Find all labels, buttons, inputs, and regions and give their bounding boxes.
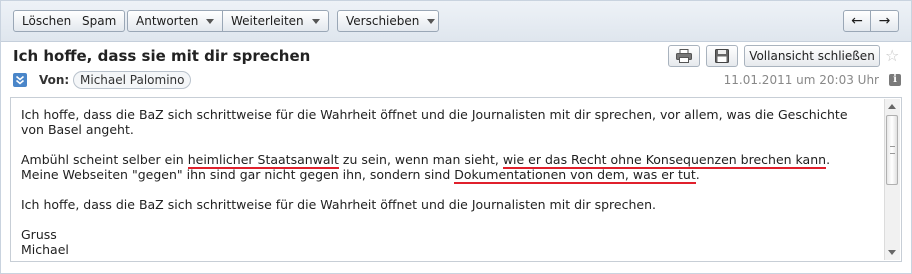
printer-icon (676, 49, 692, 63)
message-view: Löschen Spam Antworten Weiterleiten Vers… (0, 0, 912, 274)
body-text-span: zu sein, wenn man sieht, (338, 152, 503, 167)
from-label: Von: (39, 73, 70, 87)
chevron-down-icon (427, 19, 436, 24)
message-date: 11.01.2011 um 20:03 Uhr (723, 73, 879, 87)
body-text-span: . (695, 167, 700, 182)
message-subject: Ich hoffe, dass sie mit dir sprechen (13, 47, 311, 65)
scroll-down-icon[interactable] (888, 250, 896, 255)
body-text-span: Ambühl scheint selber ein (21, 152, 188, 167)
sender-chip[interactable]: Michael Palomino (73, 71, 192, 89)
arrow-right-icon: → (878, 13, 891, 29)
message-text: Ich hoffe, dass die BaZ sich schrittweis… (21, 107, 871, 257)
info-icon[interactable]: i (889, 74, 901, 86)
body-paragraph: Ich hoffe, dass die BaZ sich schrittweis… (21, 197, 656, 212)
body-paragraph: Ich hoffe, dass die BaZ sich schrittweis… (21, 107, 848, 137)
expand-details-icon[interactable] (13, 73, 27, 87)
signature-greeting: Gruss (21, 227, 57, 242)
forward-button[interactable]: Weiterleiten (223, 10, 329, 32)
previous-message-button[interactable]: ← (843, 10, 871, 32)
toolbar: Löschen Spam Antworten Weiterleiten Vers… (1, 1, 911, 42)
scroll-thumb[interactable] (886, 115, 898, 185)
chevron-down-icon (311, 19, 320, 24)
move-button[interactable]: Verschieben (337, 10, 439, 32)
floppy-disk-icon (715, 49, 729, 63)
message-body: Ich hoffe, dass die BaZ sich schrittweis… (10, 97, 902, 262)
reply-button[interactable]: Antworten (127, 10, 223, 32)
close-fullview-button[interactable]: Vollansicht schließen (744, 45, 880, 67)
star-icon[interactable]: ☆ (885, 46, 899, 65)
print-button[interactable] (668, 45, 700, 67)
spam-button[interactable]: Spam (74, 10, 126, 32)
arrow-left-icon: ← (851, 13, 863, 29)
next-message-button[interactable]: → (871, 10, 899, 32)
scroll-up-icon[interactable] (888, 104, 896, 109)
forward-label: Weiterleiten (231, 14, 304, 28)
move-label: Verschieben (346, 14, 420, 28)
save-button[interactable] (706, 45, 738, 67)
signature-name: Michael (21, 242, 69, 257)
scrollbar[interactable] (884, 99, 900, 260)
body-text-span: Meine Webseiten "gegen" ihn sind gar nic… (21, 167, 455, 182)
from-row: Von: Michael Palomino 11.01.2011 um 20:0… (13, 71, 903, 89)
delete-button[interactable]: Löschen (13, 10, 81, 32)
body-paragraph: Ambühl scheint selber ein heimlicher Sta… (21, 152, 871, 184)
chevron-down-icon (206, 19, 215, 24)
body-text-span: . (826, 152, 831, 167)
reply-label: Antworten (136, 14, 199, 28)
highlighted-phrase: Dokumentationen von dem, was er tut (454, 167, 696, 184)
